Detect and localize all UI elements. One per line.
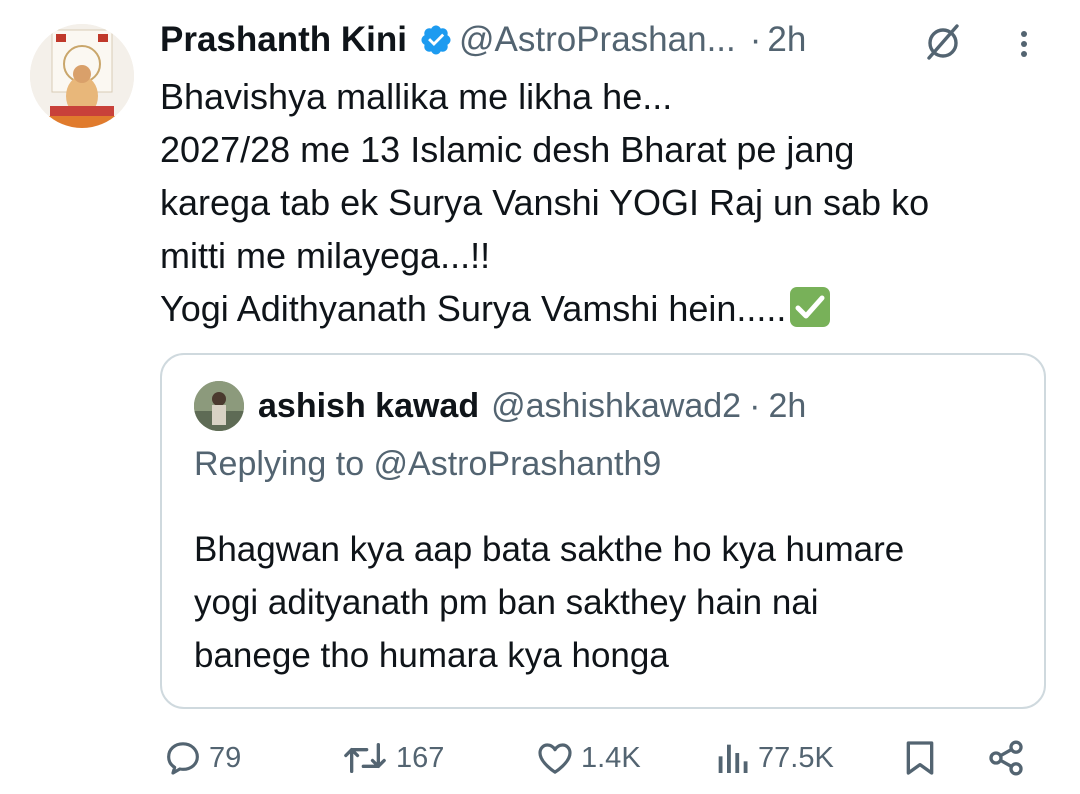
bookmark-button[interactable] [900, 738, 940, 778]
reply-icon [167, 742, 199, 775]
reply-count: 79 [209, 741, 242, 774]
heart-icon [538, 743, 572, 774]
quoted-author-avatar[interactable] [194, 381, 244, 431]
tweet-text-line-last: Yogi Adithyanath Surya Vamshi hein..... [160, 282, 1040, 335]
quoted-header: ashish kawad @ashishkawad2 · 2h [258, 383, 806, 429]
repost-button[interactable]: 167 [340, 738, 444, 778]
bookmark-icon [906, 741, 934, 775]
quoted-text-line: yogi adityanath pm ban sakthey hain nai [194, 583, 819, 622]
separator-dot: · [749, 20, 762, 59]
views-chart-icon [718, 744, 748, 773]
repost-count: 167 [396, 741, 445, 774]
author-avatar[interactable] [30, 24, 134, 128]
check-mark-emoji-icon [790, 287, 831, 327]
quoted-separator-dot: · [749, 386, 761, 425]
replying-to-text: Replying to @AstroPrashanth9 [194, 445, 662, 483]
like-count: 1.4K [581, 741, 641, 774]
quoted-text-line: Bhagwan kya aap bata sakthe ho kya humar… [194, 530, 905, 569]
like-button[interactable]: 1.4K [535, 738, 641, 778]
quoted-avatar-image [194, 381, 244, 431]
verified-badge-icon [421, 25, 451, 55]
tweet-text-line: Bhavishya mallika me likha he... [160, 76, 673, 117]
author-handle[interactable]: @AstroPrashan... [459, 20, 736, 60]
tweet-text: Bhavishya mallika me likha he... 2027/28… [160, 70, 1040, 335]
author-name[interactable]: Prashanth Kini [160, 20, 407, 60]
tweet-text-line: 2027/28 me 13 Islamic desh Bharat pe jan… [160, 129, 855, 170]
quoted-author-handle[interactable]: @ashishkawad2 [491, 387, 741, 426]
quoted-timestamp[interactable]: 2h [768, 387, 806, 426]
view-count: 77.5K [758, 741, 834, 774]
avatar-image [30, 24, 134, 128]
quoted-author-name[interactable]: ashish kawad [258, 387, 479, 426]
grok-icon[interactable] [923, 22, 963, 62]
quoted-text-line: banege tho humara kya honga [194, 636, 669, 675]
tweet-text-line: Yogi Adithyanath Surya Vamshi hein..... [160, 288, 787, 329]
quoted-tweet-card[interactable]: ashish kawad @ashishkawad2 · 2h Replying… [160, 353, 1046, 709]
quoted-tweet-text: Bhagwan kya aap bata sakthe ho kya humar… [194, 523, 1024, 682]
views-button[interactable]: 77.5K [712, 738, 834, 778]
action-bar: 79 167 1.4K 77.5K [0, 730, 1080, 794]
repost-icon [344, 743, 386, 773]
reply-button[interactable]: 79 [163, 738, 241, 778]
tweet-text-line: karega tab ek Surya Vanshi YOGI Raj un s… [160, 182, 930, 223]
share-icon [989, 740, 1023, 776]
tweet-header: Prashanth Kini @AstroPrashan... · 2h [160, 18, 806, 62]
share-button[interactable] [986, 738, 1026, 778]
more-options-icon[interactable] [1012, 24, 1036, 64]
tweet-text-line: mitti me milayega...!! [160, 235, 491, 276]
tweet-timestamp[interactable]: 2h [767, 20, 806, 60]
